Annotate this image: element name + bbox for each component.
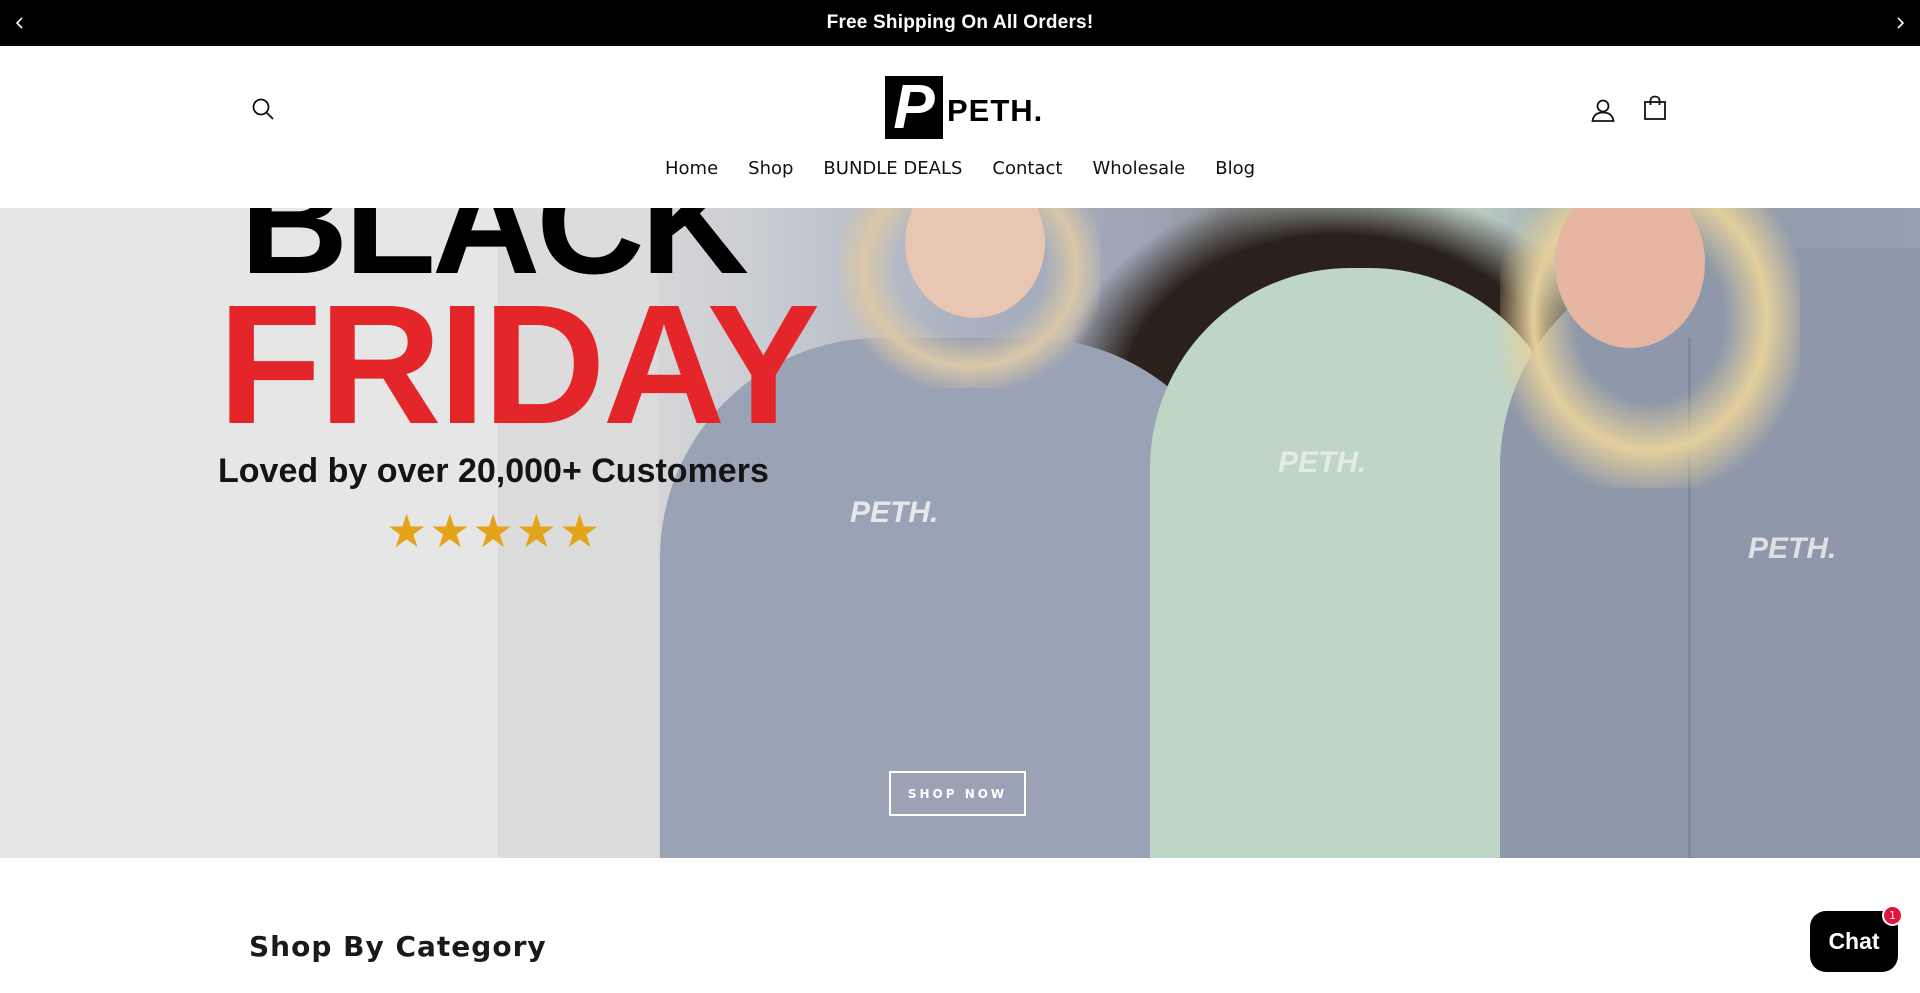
chat-notification-badge: 1 xyxy=(1882,905,1903,926)
hero-headline-friday: FRIDAY xyxy=(218,270,820,460)
user-icon xyxy=(1591,99,1615,122)
nav-item-wholesale[interactable]: Wholesale xyxy=(1077,154,1200,183)
logo-mark: P xyxy=(885,76,943,139)
announcement-text: Free Shipping On All Orders! xyxy=(826,12,1094,33)
shopping-bag-icon xyxy=(1644,95,1666,120)
section-heading-shop-by-category: Shop By Category xyxy=(249,930,547,963)
shop-now-button[interactable]: SHOP NOW xyxy=(889,771,1026,816)
hoodie-logo: PETH. xyxy=(1748,532,1837,565)
site-header: P PETH. Home Shop BUNDLE DEALS Contact W… xyxy=(0,46,1920,208)
search-icon xyxy=(252,98,274,120)
announcement-bar: Free Shipping On All Orders! xyxy=(0,0,1920,46)
logo-wordmark: PETH. xyxy=(947,92,1044,128)
nav-item-blog[interactable]: Blog xyxy=(1200,154,1270,183)
announcement-next-button[interactable] xyxy=(1880,0,1920,46)
main-nav: Home Shop BUNDLE DEALS Contact Wholesale… xyxy=(0,154,1920,183)
hero-banner: PETH. PETH. PETH. BLACK FRIDAY Loved by … xyxy=(0,208,1920,858)
announcement-prev-button[interactable] xyxy=(0,0,40,46)
hoodie-logo: PETH. xyxy=(850,496,939,529)
site-logo[interactable]: P PETH. xyxy=(885,76,1043,139)
cart-button[interactable] xyxy=(1640,92,1670,124)
hero-subheadline: Loved by over 20,000+ Customers xyxy=(218,452,769,490)
account-button[interactable] xyxy=(1588,94,1618,126)
nav-item-bundle-deals[interactable]: BUNDLE DEALS xyxy=(808,154,977,183)
hoodie-logo: PETH. xyxy=(1278,446,1367,479)
search-button[interactable] xyxy=(248,94,278,124)
nav-item-contact[interactable]: Contact xyxy=(977,154,1077,183)
star-rating: ★★★★★ xyxy=(386,504,603,558)
chevron-left-icon xyxy=(15,17,23,29)
nav-item-home[interactable]: Home xyxy=(650,154,733,183)
nav-item-shop[interactable]: Shop xyxy=(733,154,808,183)
chevron-right-icon xyxy=(1897,17,1905,29)
